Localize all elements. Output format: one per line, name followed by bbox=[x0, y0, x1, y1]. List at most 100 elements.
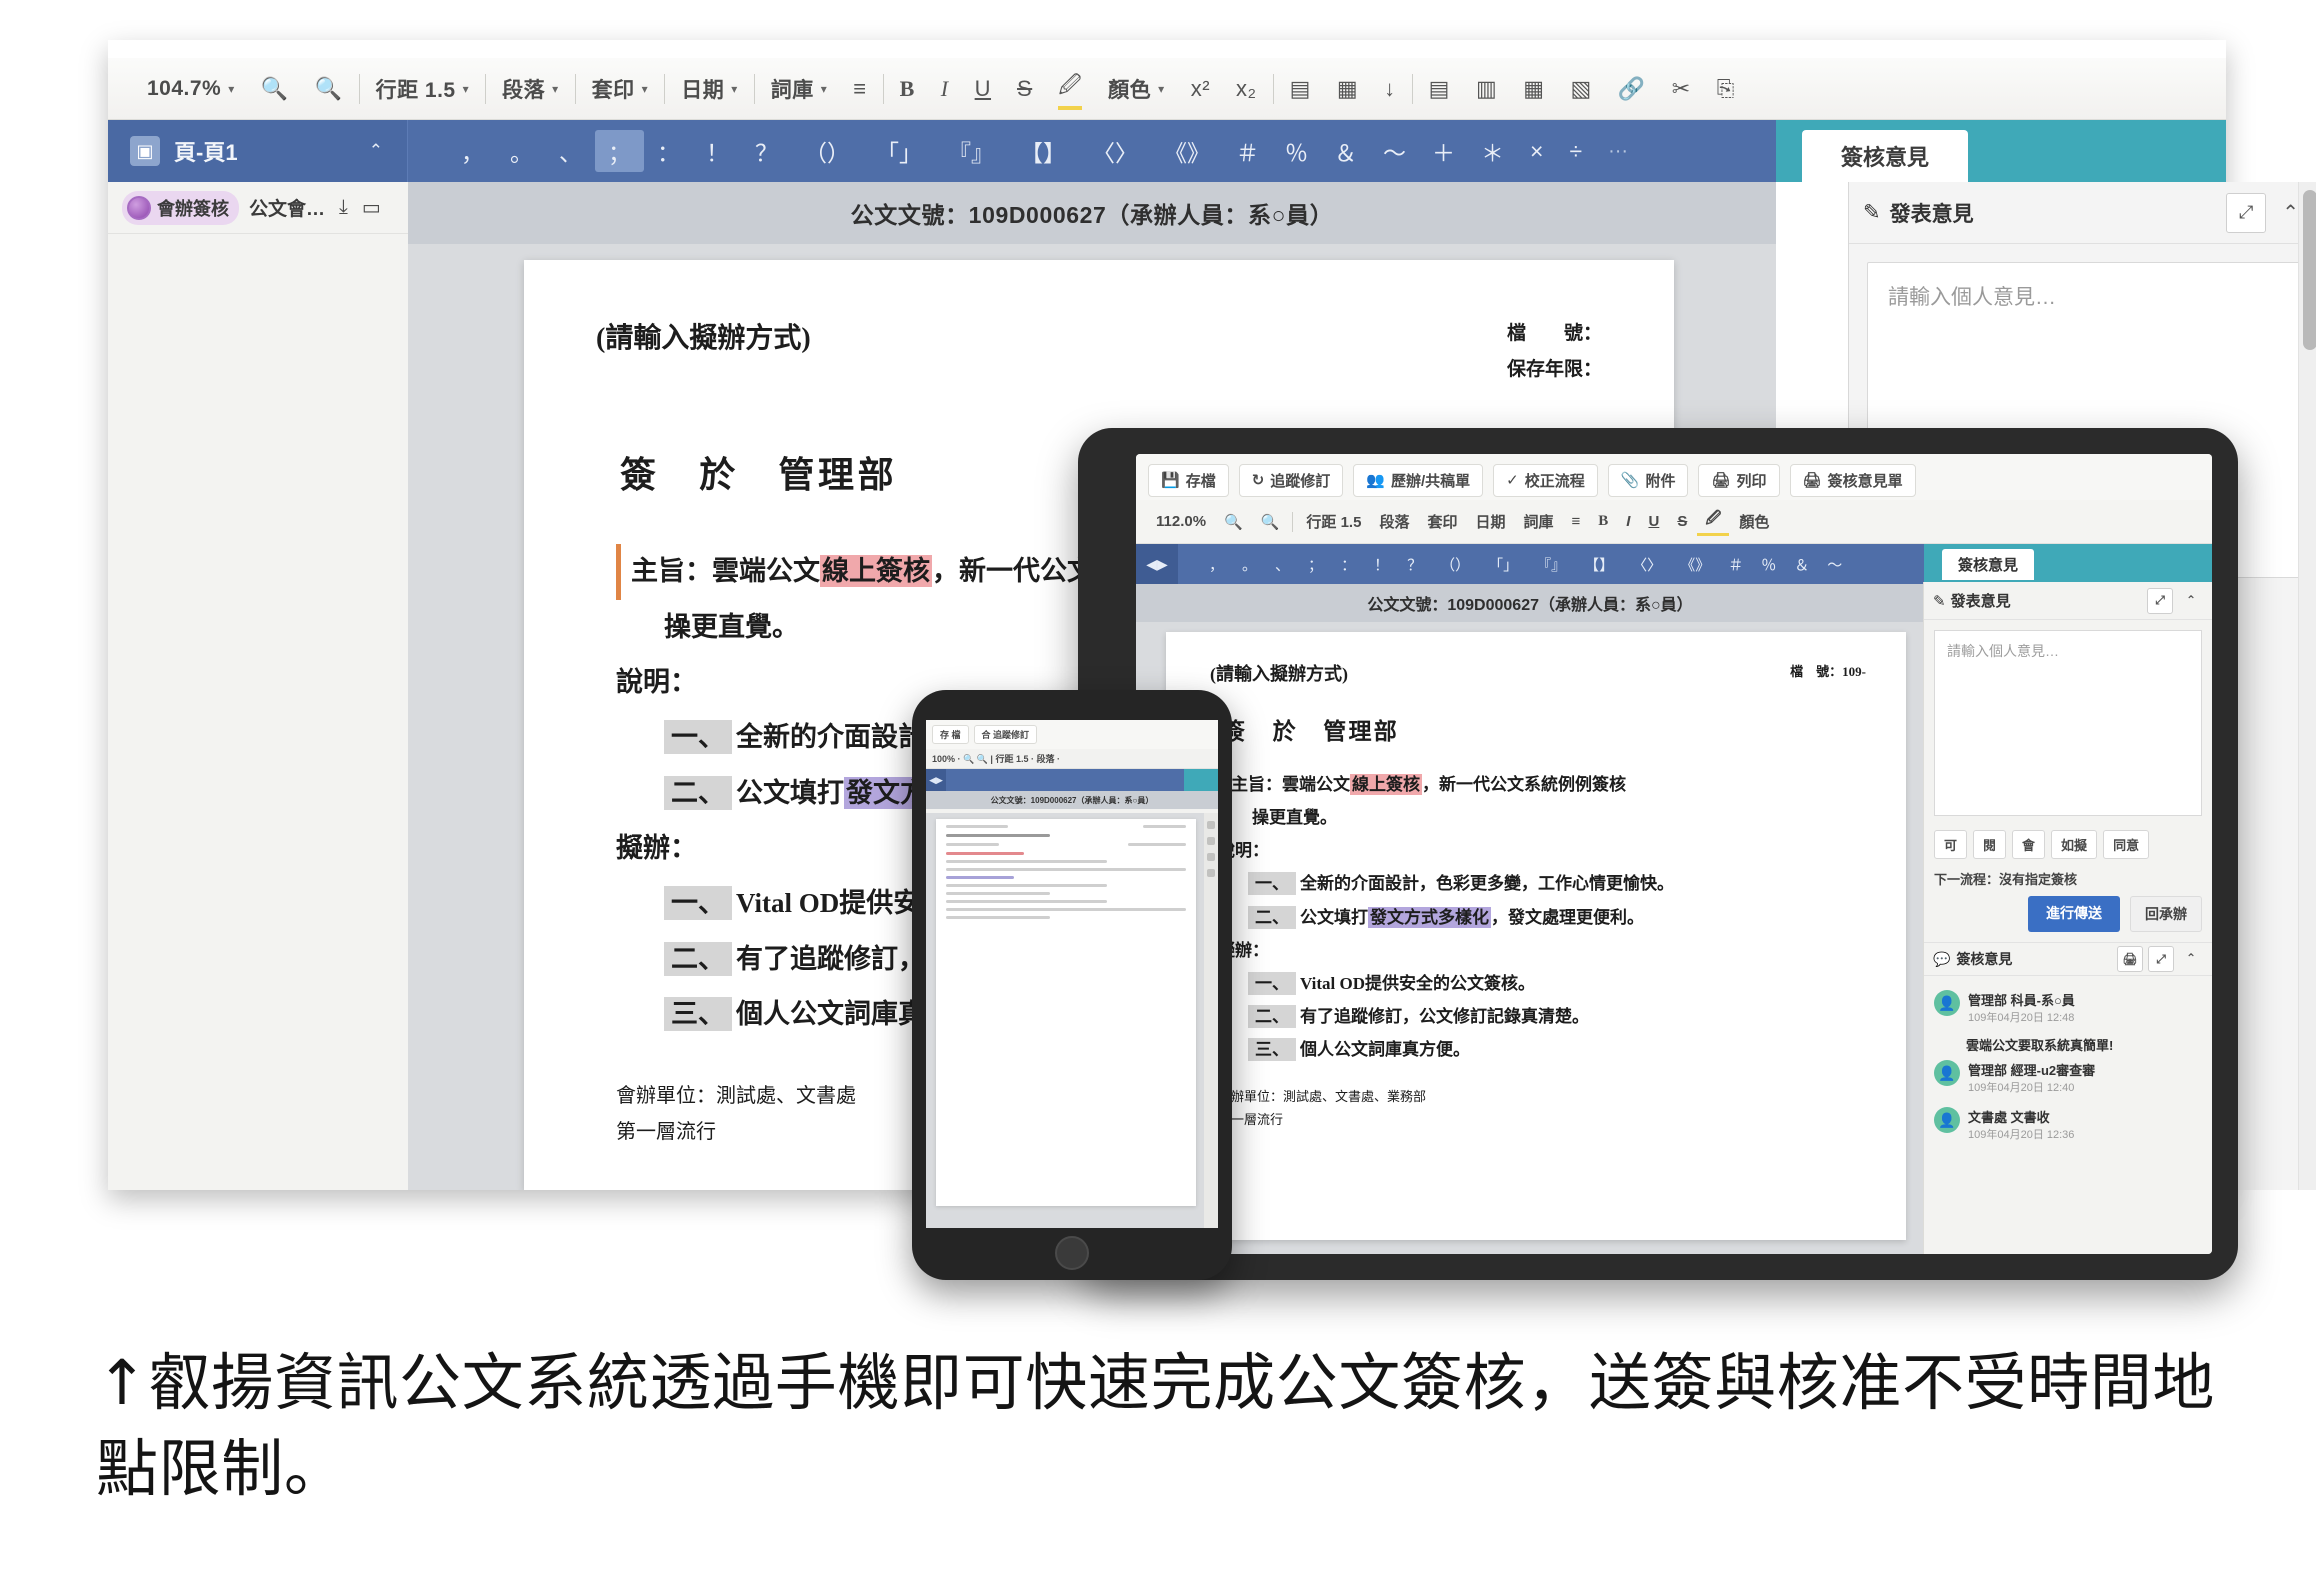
phone-comments-tab[interactable] bbox=[1184, 769, 1218, 791]
phone-format-toolbar[interactable]: 100% · 🔍 🔍 | 行距 1.5 · 段落 · bbox=[926, 749, 1218, 769]
tablet-punctuation-；[interactable]: ； bbox=[1299, 552, 1332, 577]
tablet-highlighter-icon[interactable]: 🖉 bbox=[1697, 508, 1730, 536]
quick-phrase-chip-可[interactable]: 可 bbox=[1934, 830, 1968, 859]
phone-save-button[interactable]: 存 檔 bbox=[932, 725, 969, 744]
quick-phrase-chip-同意[interactable]: 同意 bbox=[2103, 830, 2150, 859]
phone-home-button[interactable] bbox=[1055, 1236, 1089, 1270]
cut-button[interactable]: ✂ bbox=[1659, 76, 1704, 102]
punctuation-＆[interactable]: ＆ bbox=[1321, 130, 1370, 172]
strikethrough-button[interactable]: S bbox=[1004, 76, 1045, 102]
phone-sidebar-toggle[interactable]: ◀▶ bbox=[926, 769, 946, 791]
tablet-toolbar-button-0[interactable]: 💾 存檔 bbox=[1148, 463, 1229, 497]
tablet-toolbar-button-1[interactable]: ↻ 追蹤修訂 bbox=[1238, 463, 1344, 497]
tablet-strikethrough-icon[interactable]: S bbox=[1669, 513, 1695, 530]
overprint-dropdown[interactable]: 套印 ▾ bbox=[579, 74, 662, 104]
tablet-punctuation-『』[interactable]: 『』 bbox=[1527, 552, 1575, 577]
line-spacing-dropdown[interactable]: 行距 1.5 ▾ bbox=[363, 74, 483, 104]
tablet-punctuation-：[interactable]: ： bbox=[1332, 552, 1365, 577]
punctuation-『』[interactable]: 『』 bbox=[935, 130, 1007, 172]
tablet-collapse-button[interactable]: ⌃ bbox=[2179, 588, 2203, 612]
tablet-toolbar-button-2[interactable]: 👥 歷辦/共稿單 bbox=[1353, 463, 1484, 497]
punctuation-？[interactable]: ？ bbox=[742, 130, 791, 172]
punctuation-（）[interactable]: （） bbox=[791, 130, 863, 172]
quick-phrase-chip-如擬[interactable]: 如擬 bbox=[2051, 830, 2098, 859]
superscript-button[interactable]: x² bbox=[1178, 76, 1223, 102]
download-icon[interactable]: ⤓ bbox=[339, 196, 348, 219]
punctuation-～[interactable]: ～ bbox=[1370, 130, 1419, 172]
phone-tool-rail[interactable] bbox=[1203, 813, 1218, 1228]
tablet-line-spacing[interactable]: 行距 1.5 bbox=[1298, 511, 1369, 532]
tablet-print-comments-button[interactable]: 🖨 bbox=[2117, 946, 2143, 972]
italic-button[interactable]: I bbox=[928, 76, 962, 102]
tablet-tab-review-comments[interactable]: 簽核意見 bbox=[1942, 548, 2035, 580]
tablet-bold-icon[interactable]: B bbox=[1590, 513, 1616, 530]
quick-phrase-chip-會[interactable]: 會 bbox=[2012, 830, 2046, 859]
punctuation-＃[interactable]: ＃ bbox=[1223, 130, 1272, 172]
tablet-sidebar-toggle[interactable]: ◀▶ bbox=[1136, 544, 1178, 584]
tablet-punctuation-「」[interactable]: 「」 bbox=[1479, 552, 1527, 577]
link-button[interactable]: 🔗 bbox=[1605, 76, 1659, 102]
return-to-handler-button[interactable]: 回承辦 bbox=[2130, 896, 2202, 932]
paragraph-dropdown[interactable]: 段落 ▾ bbox=[489, 74, 572, 104]
tablet-punctuation-〈〉[interactable]: 〈〉 bbox=[1623, 552, 1671, 577]
tablet-punctuation-！[interactable]: ！ bbox=[1365, 552, 1398, 577]
tablet-comment-input[interactable]: 請輸入個人意見… bbox=[1934, 630, 2202, 816]
tablet-paragraph[interactable]: 段落 bbox=[1371, 511, 1417, 532]
tablet-overprint[interactable]: 套印 bbox=[1419, 511, 1465, 532]
tablet-punctuation-＆[interactable]: ＆ bbox=[1785, 552, 1818, 577]
font-color-dropdown[interactable]: 顏色 ▾ bbox=[1095, 74, 1178, 104]
phone-document-canvas[interactable] bbox=[926, 813, 1204, 1228]
align-justify-button[interactable]: ▧ bbox=[1558, 76, 1605, 102]
punctuation-、[interactable]: 、 bbox=[546, 130, 595, 172]
tablet-toolbar-button-5[interactable]: 🖨 列印 bbox=[1698, 463, 1780, 497]
subscript-button[interactable]: x₂ bbox=[1223, 76, 1270, 102]
punctuation-【】[interactable]: 【】 bbox=[1007, 130, 1079, 172]
table-properties-button[interactable]: ▦ bbox=[1324, 76, 1371, 102]
layout-icon[interactable]: ▭ bbox=[362, 195, 381, 220]
zoom-in-button[interactable]: 🔍 bbox=[302, 76, 356, 102]
tablet-zoom-out-icon[interactable]: 🔍 bbox=[1216, 513, 1251, 531]
punctuation-。[interactable]: 。 bbox=[497, 130, 546, 172]
tablet-punctuation-～[interactable]: ～ bbox=[1818, 552, 1851, 577]
tablet-toolbar-button-3[interactable]: ✓ 校正流程 bbox=[1493, 463, 1598, 497]
align-left-button[interactable]: ▤ bbox=[1416, 76, 1463, 102]
tablet-date[interactable]: 日期 bbox=[1467, 511, 1513, 532]
tablet-color-label[interactable]: 顏色 bbox=[1731, 511, 1777, 532]
comments-scrollbar[interactable] bbox=[2298, 182, 2316, 1190]
tablet-punctuation-＃[interactable]: ＃ bbox=[1719, 552, 1752, 577]
tablet-expand-button[interactable]: ⤢ bbox=[2147, 587, 2173, 614]
underline-button[interactable]: U bbox=[962, 76, 1004, 102]
phone-track-changes-button[interactable]: 合 追蹤修訂 bbox=[973, 725, 1038, 744]
punctuation-÷[interactable]: ÷ bbox=[1556, 134, 1595, 169]
tablet-punctuation-（）[interactable]: （） bbox=[1431, 552, 1479, 577]
zoom-level-dropdown[interactable]: 104.7% ▾ bbox=[134, 77, 248, 101]
insert-below-button[interactable]: ↓ bbox=[1371, 76, 1409, 102]
punctuation-％[interactable]: ％ bbox=[1272, 130, 1321, 172]
dictionary-dropdown[interactable]: 詞庫 ▾ bbox=[758, 74, 841, 104]
tab-review-comments[interactable]: 簽核意見 bbox=[1802, 130, 1968, 182]
tablet-underline-icon[interactable]: U bbox=[1640, 513, 1667, 530]
tablet-expand-comments-button[interactable]: ⤢ bbox=[2148, 946, 2174, 972]
list-button[interactable]: ≡ bbox=[840, 76, 879, 102]
date-dropdown[interactable]: 日期 ▾ bbox=[668, 74, 751, 104]
zoom-out-button[interactable]: 🔍 bbox=[248, 76, 302, 102]
paste-button[interactable]: ⎘ bbox=[1704, 76, 1748, 102]
send-button[interactable]: 進行傳送 bbox=[2028, 896, 2120, 932]
punctuation-：[interactable]: ： bbox=[644, 130, 693, 172]
tablet-punctuation-、[interactable]: 、 bbox=[1266, 552, 1299, 577]
tablet-post-comment-button[interactable]: ✎ 發表意見 bbox=[1933, 590, 2011, 611]
punctuation-，[interactable]: ， bbox=[448, 130, 497, 172]
tablet-punctuation-％[interactable]: ％ bbox=[1752, 552, 1785, 577]
punctuation-×[interactable]: × bbox=[1517, 134, 1556, 169]
punctuation-more-button[interactable]: ··· bbox=[1595, 136, 1641, 167]
tablet-zoom-level[interactable]: 112.0% bbox=[1148, 513, 1214, 530]
quick-phrase-chip-閱[interactable]: 閱 bbox=[1973, 830, 2007, 859]
tablet-toolbar-button-6[interactable]: 🖨 簽核意見單 bbox=[1789, 463, 1916, 497]
expand-button[interactable]: ⤢ bbox=[2226, 192, 2267, 233]
post-comment-button[interactable]: ✎ 發表意見 bbox=[1863, 198, 1974, 228]
tablet-zoom-in-icon[interactable]: 🔍 bbox=[1253, 513, 1288, 531]
tablet-punctuation-《》[interactable]: 《》 bbox=[1671, 552, 1719, 577]
punctuation-！[interactable]: ！ bbox=[693, 130, 742, 172]
align-right-button[interactable]: ▦ bbox=[1510, 76, 1557, 102]
punctuation-《》[interactable]: 《》 bbox=[1151, 130, 1223, 172]
